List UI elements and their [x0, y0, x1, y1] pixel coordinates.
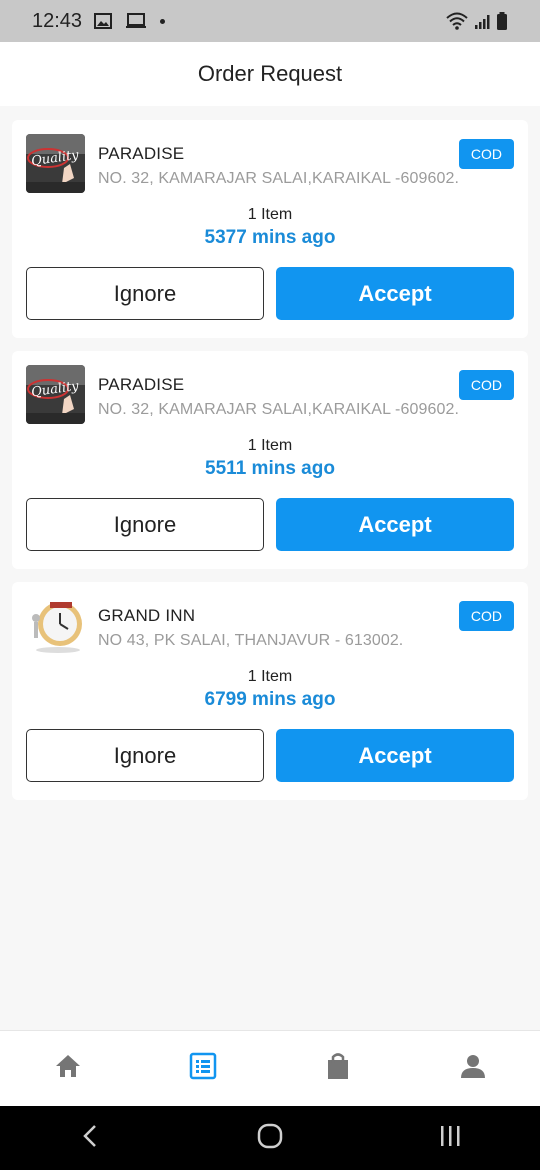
restaurant-logo: Quality: [26, 134, 85, 193]
status-bar: 12:43: [0, 0, 540, 42]
time-ago: 6799 mins ago: [204, 689, 336, 710]
person-icon: [460, 1053, 486, 1084]
ignore-button[interactable]: Ignore: [26, 729, 264, 782]
order-list: Quality PARADISE NO. 32, KAMARAJAR SALAI…: [12, 120, 528, 813]
ignore-button[interactable]: Ignore: [26, 498, 264, 551]
restaurant-address: NO. 32, KAMARAJAR SALAI,KARAIKAL -609602…: [98, 170, 459, 187]
accept-button[interactable]: Accept: [276, 267, 514, 320]
payment-badge: COD: [458, 601, 514, 631]
system-navigation-bar: [0, 1106, 540, 1170]
restaurant-logo: [26, 596, 85, 655]
order-card: GRAND INN NO 43, PK SALAI, THANJAVUR - 6…: [12, 582, 528, 800]
status-time: 12:43: [32, 9, 83, 32]
image-icon: [94, 13, 113, 29]
signal-icon: [474, 14, 490, 30]
restaurant-logo: Quality: [26, 365, 85, 424]
restaurant-address: NO. 32, KAMARAJAR SALAI,KARAIKAL -609602…: [98, 401, 459, 418]
item-count: 1 Item: [247, 437, 293, 454]
wifi-icon: [446, 12, 468, 30]
restaurant-name: PARADISE: [98, 144, 185, 163]
item-count: 1 Item: [247, 206, 293, 223]
home-button[interactable]: [240, 1108, 300, 1168]
back-button[interactable]: [60, 1108, 120, 1168]
list-icon: [189, 1052, 217, 1085]
ignore-button[interactable]: Ignore: [26, 267, 264, 320]
cast-icon: [126, 13, 147, 29]
bottom-navigation: [0, 1030, 540, 1106]
shopping-bag-icon: [326, 1052, 350, 1085]
order-card: Quality PARADISE NO. 32, KAMARAJAR SALAI…: [12, 351, 528, 569]
dot-icon: [160, 18, 166, 24]
home-circle-icon: [257, 1123, 283, 1154]
nav-orders[interactable]: [173, 1039, 233, 1099]
restaurant-name: PARADISE: [98, 375, 185, 394]
recents-icon: [438, 1125, 462, 1152]
time-ago: 5377 mins ago: [204, 227, 336, 248]
payment-badge: COD: [458, 139, 514, 169]
home-icon: [54, 1053, 82, 1084]
time-ago: 5511 mins ago: [205, 458, 335, 479]
accept-button[interactable]: Accept: [276, 729, 514, 782]
recents-button[interactable]: [420, 1108, 480, 1168]
order-card: Quality PARADISE NO. 32, KAMARAJAR SALAI…: [12, 120, 528, 338]
battery-icon: [496, 12, 508, 30]
back-icon: [82, 1124, 98, 1153]
nav-home[interactable]: [38, 1039, 98, 1099]
nav-profile[interactable]: [443, 1039, 503, 1099]
accept-button[interactable]: Accept: [276, 498, 514, 551]
item-count: 1 Item: [247, 668, 293, 685]
restaurant-address: NO 43, PK SALAI, THANJAVUR - 613002.: [98, 632, 404, 649]
page-title: Order Request: [197, 61, 343, 86]
nav-shop[interactable]: [308, 1039, 368, 1099]
app-header: Order Request: [0, 42, 540, 106]
payment-badge: COD: [458, 370, 514, 400]
restaurant-name: GRAND INN: [98, 606, 196, 625]
